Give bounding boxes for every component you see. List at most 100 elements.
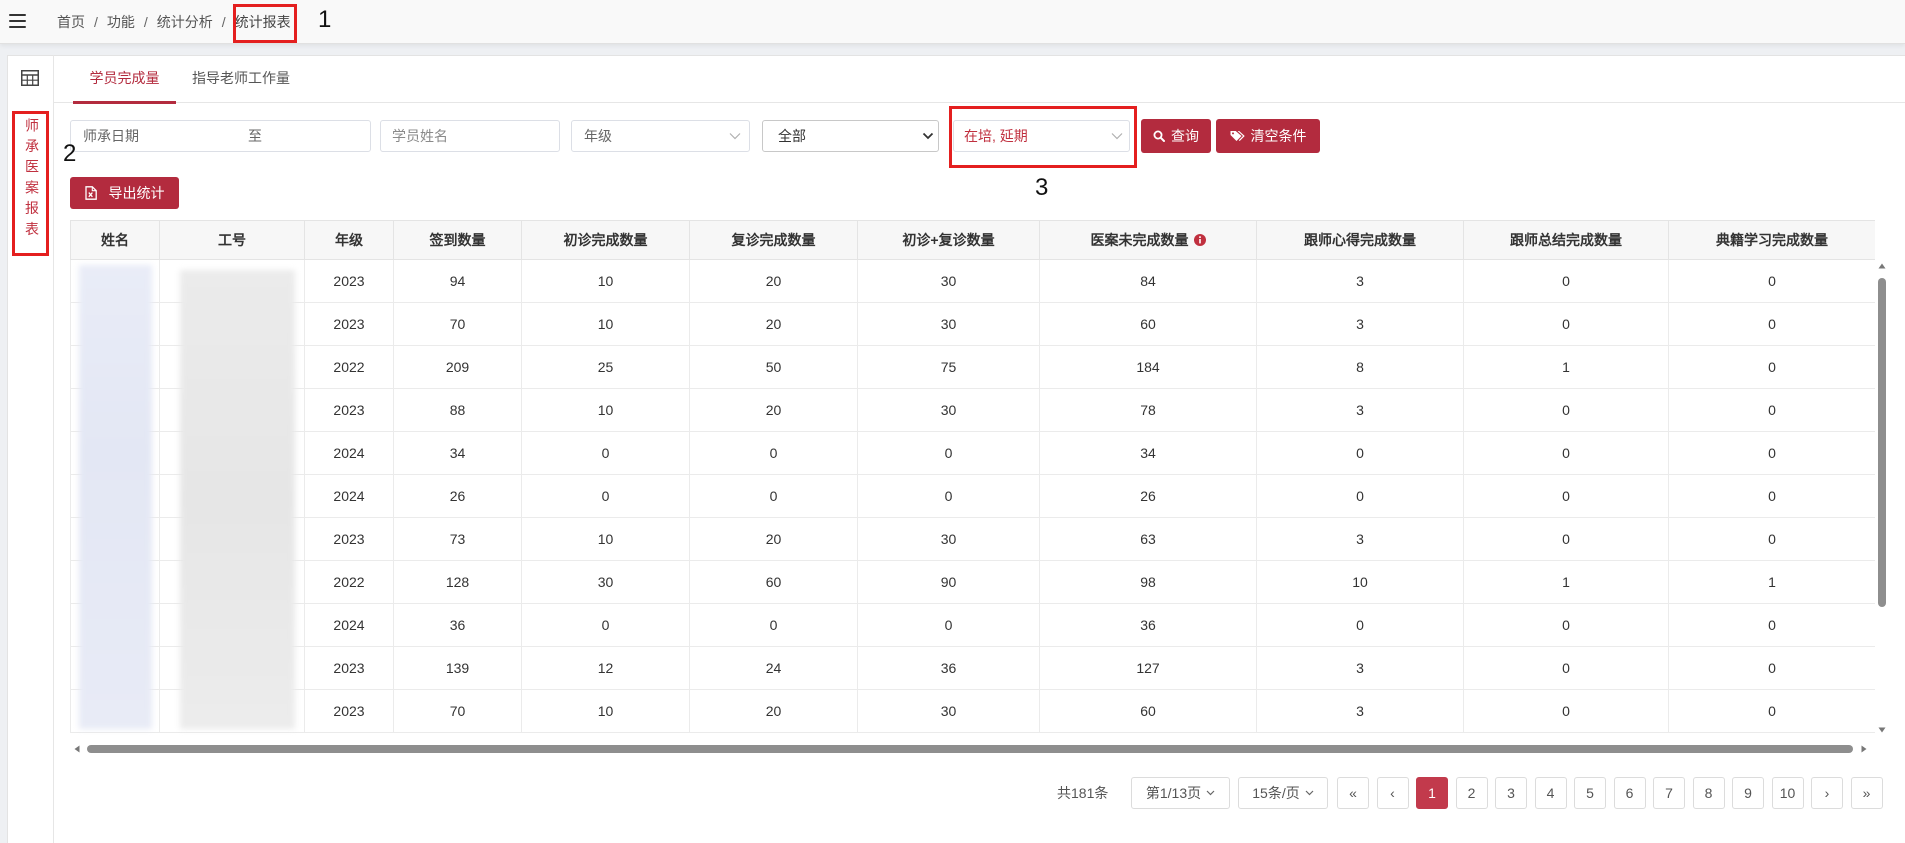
table-row: 2023 73 10 20 30 63 3 0 0 [70, 517, 1875, 561]
table-row: 2024 36 0 0 0 36 0 0 0 [70, 603, 1875, 647]
page-size-value: 15条/页 [1252, 785, 1300, 801]
col-header-follow-up: 复诊完成数量 [689, 220, 858, 260]
data-table: 姓名 工号 年级 签到数量 初诊完成数量 复诊完成数量 初诊+复诊数量 医案未完… [70, 220, 1875, 733]
summary-count-cell: 0 [1463, 646, 1669, 690]
summary-count-cell: 0 [1463, 431, 1669, 475]
col-header-checkin: 签到数量 [393, 220, 522, 260]
breadcrumb-statistics[interactable]: 统计分析 [157, 12, 213, 32]
search-icon [1153, 130, 1165, 142]
grade-select[interactable]: 年级 [571, 120, 750, 152]
page-8-button[interactable]: 8 [1692, 777, 1725, 809]
last-page-button[interactable]: » [1850, 777, 1883, 809]
page-5-button[interactable]: 5 [1574, 777, 1606, 809]
follow-up-count-cell: 0 [689, 603, 858, 647]
clear-filters-button[interactable]: 清空条件 [1216, 119, 1320, 153]
table-row: 2024 26 0 0 0 26 0 0 0 [70, 474, 1875, 518]
page-4-button[interactable]: 4 [1534, 777, 1567, 809]
study-notes-count-cell: 3 [1256, 302, 1464, 346]
total-visit-count-cell: 0 [857, 603, 1040, 647]
breadcrumb-separator: / [143, 14, 148, 30]
classics-study-count-cell: 0 [1668, 474, 1875, 518]
grade-cell: 2023 [304, 388, 394, 432]
page-size-select[interactable]: 15条/页 [1238, 777, 1328, 809]
page-1-button[interactable]: 1 [1416, 777, 1448, 809]
total-visit-count-cell: 30 [857, 517, 1040, 561]
grade-cell: 2023 [304, 689, 394, 733]
page-9-button[interactable]: 9 [1732, 777, 1764, 809]
col-header-name: 姓名 [70, 220, 160, 260]
next-page-button[interactable]: › [1811, 777, 1843, 809]
study-notes-count-cell: 3 [1256, 517, 1464, 561]
page-2-button[interactable]: 2 [1455, 777, 1488, 809]
scroll-up-arrow-icon[interactable] [1878, 263, 1886, 269]
search-button[interactable]: 查询 [1141, 119, 1211, 153]
first-visit-count-cell: 12 [521, 646, 690, 690]
first-visit-count-cell: 10 [521, 302, 690, 346]
col-header-study-notes: 跟师心得完成数量 [1256, 220, 1464, 260]
study-notes-count-cell: 3 [1256, 646, 1464, 690]
table-body: 2023 94 10 20 30 84 3 0 0 2023 70 10 20 30 60 3 0 0 2022 20… [70, 259, 1875, 733]
prev-page-button[interactable]: ‹ [1376, 777, 1409, 809]
col-header-summary: 跟师总结完成数量 [1463, 220, 1669, 260]
hamburger-icon[interactable] [9, 13, 26, 28]
table-header-row: 姓名 工号 年级 签到数量 初诊完成数量 复诊完成数量 初诊+复诊数量 医案未完… [70, 220, 1875, 260]
study-notes-count-cell: 0 [1256, 603, 1464, 647]
grade-cell: 2022 [304, 345, 394, 389]
study-notes-count-cell: 3 [1256, 689, 1464, 733]
first-visit-count-cell: 0 [521, 474, 690, 518]
total-visit-count-cell: 30 [857, 689, 1040, 733]
date-range-picker[interactable]: 师承日期 至 [70, 120, 371, 152]
page-3-button[interactable]: 3 [1495, 777, 1527, 809]
page-jump-select[interactable]: 第1/13页 [1131, 777, 1230, 809]
tab-teacher-workload[interactable]: 指导老师工作量 [176, 56, 306, 103]
follow-up-count-cell: 60 [689, 560, 858, 604]
scroll-left-arrow-icon[interactable] [74, 745, 80, 753]
page-6-button[interactable]: 6 [1613, 777, 1646, 809]
col-header-unfinished-cases-label: 医案未完成数量 [1090, 232, 1189, 248]
scroll-right-arrow-icon[interactable] [1861, 745, 1867, 753]
horizontal-scroll-thumb[interactable] [87, 745, 1853, 753]
table-row: 2023 88 10 20 30 78 3 0 0 [70, 388, 1875, 432]
classics-study-count-cell: 0 [1668, 259, 1875, 303]
summary-count-cell: 1 [1463, 560, 1669, 604]
first-page-button[interactable]: « [1337, 777, 1369, 809]
follow-up-count-cell: 20 [689, 517, 858, 561]
total-visit-count-cell: 36 [857, 646, 1040, 690]
page-10-button[interactable]: 10 [1771, 777, 1804, 809]
search-button-label: 查询 [1171, 128, 1199, 144]
info-icon[interactable] [1193, 234, 1206, 246]
study-notes-count-cell: 0 [1256, 474, 1464, 518]
follow-up-count-cell: 20 [689, 302, 858, 346]
tab-student-completion[interactable]: 学员完成量 [73, 56, 176, 104]
classics-study-count-cell: 0 [1668, 431, 1875, 475]
study-notes-count-cell: 8 [1256, 345, 1464, 389]
follow-up-count-cell: 24 [689, 646, 858, 690]
student-name-input[interactable] [380, 120, 560, 152]
checkin-count-cell: 94 [393, 259, 522, 303]
page-7-button[interactable]: 7 [1653, 777, 1685, 809]
table-icon[interactable] [21, 70, 39, 86]
breadcrumb-function[interactable]: 功能 [107, 12, 135, 32]
grade-cell: 2023 [304, 302, 394, 346]
grade-select-value: 年级 [584, 128, 612, 144]
total-count: 共181条 [1057, 785, 1109, 801]
clear-button-label: 清空条件 [1250, 128, 1307, 144]
summary-count-cell: 0 [1463, 259, 1669, 303]
breadcrumb-home[interactable]: 首页 [57, 12, 85, 32]
follow-up-count-cell: 20 [689, 689, 858, 733]
scroll-down-arrow-icon[interactable] [1878, 727, 1886, 733]
follow-up-count-cell: 50 [689, 345, 858, 389]
redacted-names [79, 265, 152, 729]
grade-cell: 2023 [304, 517, 394, 561]
checkin-count-cell: 128 [393, 560, 522, 604]
col-header-first-visit: 初诊完成数量 [521, 220, 690, 260]
export-button[interactable]: 导出统计 [70, 177, 179, 209]
vertical-scroll-thumb[interactable] [1878, 278, 1886, 607]
annotation-marker-2: 2 [63, 140, 77, 167]
col-header-id: 工号 [159, 220, 305, 260]
table-row: 2023 139 12 24 36 127 3 0 0 [70, 646, 1875, 690]
category-select[interactable]: 全部 [762, 120, 939, 152]
grade-cell: 2023 [304, 259, 394, 303]
tab-bar [54, 56, 1905, 103]
unfinished-case-count-cell: 84 [1039, 259, 1257, 303]
